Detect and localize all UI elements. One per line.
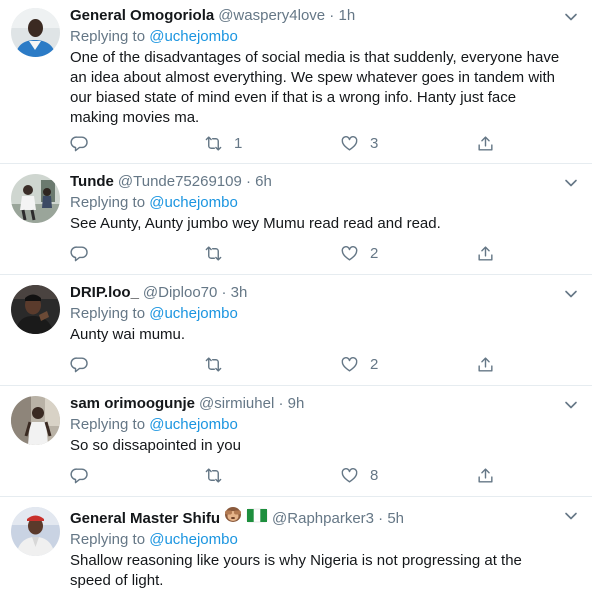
share-icon	[478, 357, 493, 372]
reply-icon	[70, 468, 88, 484]
like-button[interactable]: 2	[340, 244, 378, 263]
replying-to: Replying to @uchejombo	[70, 27, 564, 47]
handle-and-time[interactable]: @Raphparker3 · 5h	[272, 509, 404, 529]
handle-and-time[interactable]: @sirmiuhel · 9h	[199, 394, 304, 414]
share-button[interactable]	[476, 244, 495, 263]
tweet-text: See Aunty, Aunty jumbo wey Mumu read rea…	[70, 215, 441, 232]
replying-to-label: Replying to	[70, 28, 150, 45]
retweet-icon	[205, 357, 222, 372]
reply-icon	[70, 136, 88, 152]
reply-icon	[70, 246, 88, 262]
tweet[interactable]: General Master Shifu @Raphparker3 · 5h R…	[0, 497, 592, 592]
avatar[interactable]	[11, 285, 60, 334]
like-button[interactable]: 2	[340, 355, 378, 374]
retweet-icon	[205, 246, 222, 261]
replying-to-label: Replying to	[70, 194, 150, 211]
like-button[interactable]: 3	[340, 134, 378, 153]
avatar[interactable]	[11, 396, 60, 445]
avatar[interactable]	[11, 174, 60, 223]
like-icon	[341, 468, 358, 483]
avatar[interactable]	[11, 507, 60, 556]
retweet-button[interactable]	[204, 355, 234, 374]
chevron-down-icon[interactable]	[564, 509, 578, 523]
chevron-down-icon[interactable]	[564, 176, 578, 190]
see-no-evil-monkey-emoji	[222, 505, 244, 523]
share-icon	[478, 136, 493, 151]
like-count: 2	[370, 356, 379, 373]
reply-button[interactable]	[70, 134, 89, 153]
like-count: 8	[370, 467, 379, 484]
replying-to: Replying to @uchejombo	[70, 193, 564, 213]
mention-link[interactable]: @uchejombo	[149, 28, 238, 45]
reply-button[interactable]	[70, 466, 89, 485]
reply-icon	[70, 357, 88, 373]
like-icon	[341, 136, 358, 151]
tweet-actions: 1 3	[70, 134, 500, 154]
tweet-text: Shallow reasoning like yours is why Nige…	[70, 552, 522, 589]
avatar-photo	[11, 507, 60, 556]
display-name[interactable]: sam orimoogunje	[70, 394, 195, 414]
chevron-down-icon[interactable]	[564, 287, 578, 301]
retweet-icon	[205, 468, 222, 483]
tweet-actions: 8	[70, 466, 500, 486]
like-count: 2	[370, 245, 379, 262]
replying-to: Replying to @uchejombo	[70, 304, 564, 324]
share-button[interactable]	[476, 466, 495, 485]
retweet-button[interactable]	[204, 466, 234, 485]
display-name[interactable]: DRIP.loo_	[70, 283, 139, 303]
replying-to-label: Replying to	[70, 305, 150, 322]
mention-link[interactable]: @uchejombo	[149, 194, 238, 211]
tweet-text: One of the disadvantages of social media…	[70, 49, 560, 126]
replying-to-label: Replying to	[70, 416, 150, 433]
avatar-photo	[11, 8, 60, 57]
share-button[interactable]	[476, 355, 495, 374]
avatar[interactable]	[11, 8, 60, 57]
handle-and-time[interactable]: @Diploo70 · 3h	[143, 283, 247, 303]
avatar-photo	[11, 396, 60, 445]
display-name[interactable]: General Master Shifu	[70, 509, 220, 529]
chevron-down-icon[interactable]	[564, 398, 578, 412]
mention-link[interactable]: @uchejombo	[149, 416, 238, 433]
share-icon	[478, 246, 493, 261]
like-icon	[341, 357, 358, 372]
tweet-actions: 2	[70, 355, 500, 375]
share-icon	[478, 468, 493, 483]
retweet-icon	[205, 136, 222, 151]
display-name[interactable]: General Omogoriola	[70, 6, 214, 26]
avatar-photo	[11, 174, 60, 223]
tweet-text: Aunty wai mumu.	[70, 326, 186, 343]
tweet[interactable]: sam orimoogunje @sirmiuhel · 9h Replying…	[0, 386, 592, 497]
share-button[interactable]	[476, 134, 495, 153]
tweet[interactable]: General Omogoriola @waspery4love · 1h Re…	[0, 0, 592, 164]
retweet-button[interactable]: 1	[204, 134, 242, 153]
reply-feed: General Omogoriola @waspery4love · 1h Re…	[0, 0, 592, 592]
reply-button[interactable]	[70, 355, 89, 374]
nigeria-flag-emoji	[246, 508, 268, 523]
mention-link[interactable]: @uchejombo	[149, 305, 238, 322]
tweet[interactable]: Tunde @Tunde75269109 · 6h Replying to @u…	[0, 164, 592, 275]
replying-to: Replying to @uchejombo	[70, 530, 564, 550]
retweet-count: 1	[234, 135, 243, 152]
tweet[interactable]: DRIP.loo_ @Diploo70 · 3h Replying to @uc…	[0, 275, 592, 386]
tweet-actions: 2	[70, 244, 500, 264]
retweet-button[interactable]	[204, 244, 234, 263]
like-count: 3	[370, 135, 379, 152]
tweet-text: So so dissapointed in you	[70, 437, 241, 454]
replying-to-label: Replying to	[70, 531, 150, 548]
reply-button[interactable]	[70, 244, 89, 263]
replying-to: Replying to @uchejombo	[70, 415, 564, 435]
handle-and-time[interactable]: @Tunde75269109 · 6h	[118, 172, 272, 192]
chevron-down-icon[interactable]	[564, 10, 578, 24]
mention-link[interactable]: @uchejombo	[149, 531, 238, 548]
display-name[interactable]: Tunde	[70, 172, 114, 192]
avatar-photo	[11, 285, 60, 334]
like-button[interactable]: 8	[340, 466, 378, 485]
like-icon	[341, 246, 358, 261]
handle-and-time[interactable]: @waspery4love · 1h	[218, 6, 355, 26]
